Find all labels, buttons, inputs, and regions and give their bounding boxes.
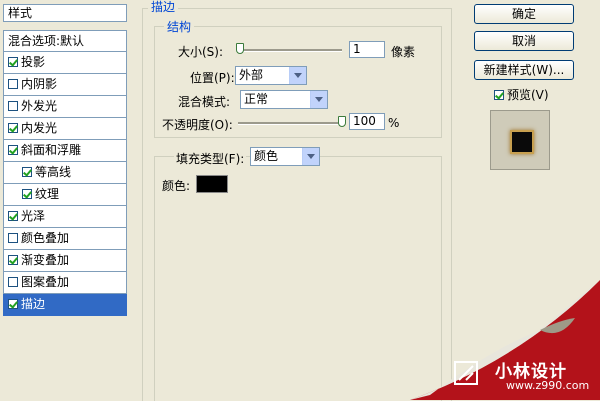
blend-options-label: 混合选项:默认 — [8, 34, 85, 48]
preview-label: 预览(V) — [507, 88, 549, 102]
fill-type-select[interactable]: 颜色 — [250, 147, 320, 166]
style-item-label: 内发光 — [21, 121, 58, 135]
size-slider-thumb[interactable] — [236, 43, 244, 54]
style-item-label: 内阴影 — [21, 77, 58, 91]
checkbox-icon[interactable] — [8, 255, 18, 265]
style-item[interactable]: 图案叠加 — [3, 272, 127, 294]
style-item-label: 颜色叠加 — [21, 231, 70, 245]
style-item-label: 描边 — [21, 297, 46, 311]
style-item[interactable]: 投影 — [3, 52, 127, 74]
curl-shadow — [540, 318, 575, 334]
style-item-label: 渐变叠加 — [21, 253, 70, 267]
checkbox-icon[interactable] — [22, 167, 32, 177]
opacity-label: 不透明度(O): — [162, 118, 233, 132]
ok-button[interactable]: 确定 — [474, 4, 574, 24]
checkbox-icon[interactable] — [8, 57, 18, 67]
chevron-down-icon — [310, 91, 327, 108]
watermark-url: www.z990.com — [506, 379, 590, 392]
checkbox-icon[interactable] — [8, 299, 18, 309]
fill-type-label: 填充类型(F): — [174, 150, 247, 167]
cancel-button[interactable]: 取消 — [474, 31, 574, 51]
checkbox-icon[interactable] — [8, 233, 18, 243]
size-slider[interactable] — [238, 49, 342, 52]
checkbox-icon[interactable] — [8, 123, 18, 133]
blend-mode-value: 正常 — [244, 92, 269, 106]
style-item[interactable]: 渐变叠加 — [3, 250, 127, 272]
preview-swatch — [510, 130, 534, 154]
style-item-label: 纹理 — [35, 187, 60, 201]
style-item-label: 斜面和浮雕 — [21, 143, 82, 157]
style-item[interactable]: 等高线 — [3, 162, 127, 184]
style-item[interactable]: 纹理 — [3, 184, 127, 206]
preview-checkbox[interactable]: 预览(V) — [494, 86, 549, 103]
blend-options-item[interactable]: 混合选项:默认 — [3, 30, 127, 52]
checkbox-icon[interactable] — [8, 101, 18, 111]
stroke-color-swatch[interactable] — [196, 175, 228, 193]
position-label: 位置(P): — [190, 71, 235, 85]
style-item[interactable]: 内阴影 — [3, 74, 127, 96]
checkbox-icon[interactable] — [8, 277, 18, 287]
watermark-logo-mark — [458, 365, 474, 381]
stroke-section-title: 描边 — [148, 0, 179, 15]
style-item[interactable]: 颜色叠加 — [3, 228, 127, 250]
position-select[interactable]: 外部 — [235, 66, 307, 85]
style-item[interactable]: 外发光 — [3, 96, 127, 118]
style-item[interactable]: 光泽 — [3, 206, 127, 228]
opacity-input[interactable]: 100 — [349, 113, 385, 130]
blend-mode-select[interactable]: 正常 — [240, 90, 328, 109]
size-unit: 像素 — [391, 45, 416, 59]
opacity-slider[interactable] — [238, 122, 344, 125]
size-label: 大小(S): — [178, 45, 224, 59]
opacity-unit: % — [388, 116, 400, 130]
checkbox-icon[interactable] — [8, 211, 18, 221]
chevron-down-icon — [289, 67, 306, 84]
style-item-label: 等高线 — [35, 165, 72, 179]
chevron-down-icon — [302, 148, 319, 165]
position-value: 外部 — [239, 68, 264, 82]
color-label: 颜色: — [162, 179, 191, 193]
size-input[interactable]: 1 — [349, 41, 385, 58]
check-icon — [494, 90, 504, 100]
style-item[interactable]: 内发光 — [3, 118, 127, 140]
fill-type-value: 颜色 — [254, 149, 279, 163]
checkbox-icon[interactable] — [8, 79, 18, 89]
styles-header: 样式 — [3, 4, 127, 22]
style-item[interactable]: 描边 — [3, 294, 127, 316]
checkbox-icon[interactable] — [22, 189, 32, 199]
stroke-panel: 描边 结构 大小(S): 1 像素 位置(P): 外部 混合模式: 正常 不透明… — [134, 0, 458, 401]
style-item-label: 光泽 — [21, 209, 46, 223]
style-item-label: 投影 — [21, 55, 46, 69]
structure-title: 结构 — [164, 18, 195, 35]
styles-list: 样式 混合选项:默认 投影内阴影外发光内发光斜面和浮雕等高线纹理光泽颜色叠加渐变… — [0, 0, 128, 400]
style-preview-thumbnail — [490, 110, 550, 170]
style-item-label: 图案叠加 — [21, 275, 70, 289]
blend-mode-label: 混合模式: — [178, 95, 231, 109]
style-item[interactable]: 斜面和浮雕 — [3, 140, 127, 162]
checkbox-icon[interactable] — [8, 145, 18, 155]
opacity-slider-thumb[interactable] — [338, 116, 346, 127]
watermark-logo-icon — [454, 361, 478, 385]
new-style-button[interactable]: 新建样式(W)... — [474, 60, 574, 80]
style-item-label: 外发光 — [21, 99, 58, 113]
